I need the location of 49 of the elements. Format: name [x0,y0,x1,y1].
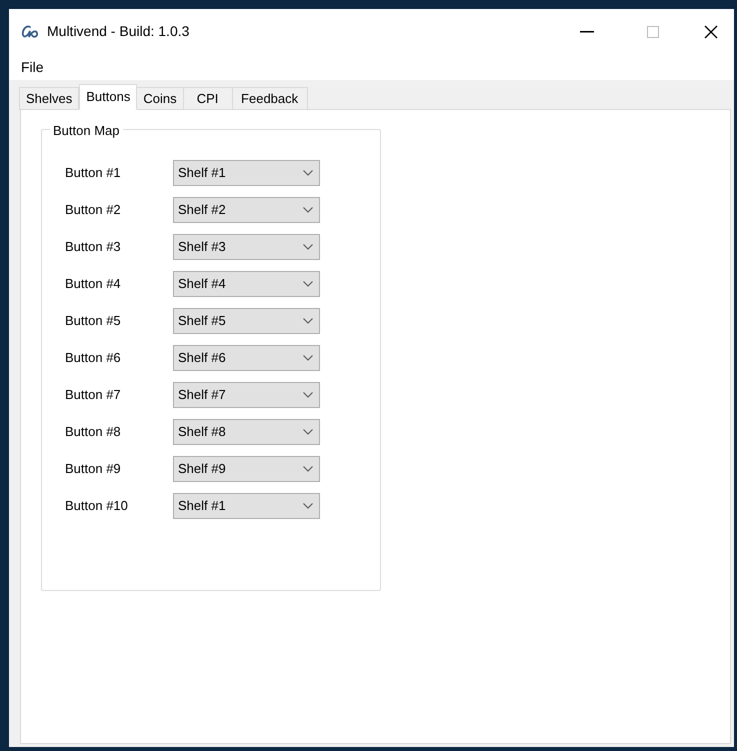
row-label: Button #2 [65,201,122,220]
row-label: Button #6 [65,349,122,368]
shelf-dropdown[interactable]: Shelf #9 [173,456,320,482]
shelf-dropdown[interactable]: Shelf #1 [173,160,320,186]
shelf-dropdown[interactable]: Shelf #8 [173,419,320,445]
dropdown-value: Shelf #6 [178,349,227,368]
row-label: Button #8 [65,423,122,442]
shelf-dropdown[interactable]: Shelf #5 [173,308,320,334]
row-label: Button #1 [65,164,122,182]
row-label: Button #5 [65,312,122,330]
tab[interactable]: Buttons [79,84,138,110]
dropdown-value: Shelf #4 [178,275,227,294]
shelf-dropdown[interactable]: Shelf #1 [173,493,320,519]
chevron-down-icon [303,318,313,324]
chevron-down-icon [303,281,313,287]
row-label: Button #10 [65,497,129,516]
shelf-dropdown[interactable]: Shelf #7 [173,382,320,408]
chevron-down-icon [303,207,313,213]
app-logo-icon [21,24,41,38]
close-icon [704,24,718,38]
dropdown-value: Shelf #5 [178,312,227,330]
tab[interactable]: Feedback [232,87,308,110]
row-label: Button #9 [65,460,122,478]
chevron-down-icon [303,244,313,250]
row-label: Button #7 [65,386,122,404]
maximize-icon [647,26,659,38]
dropdown-value: Shelf #3 [178,238,227,256]
tab[interactable]: Shelves [19,87,80,110]
chevron-down-icon [303,355,313,361]
chevron-down-icon [303,503,313,509]
chevron-down-icon [303,392,313,398]
row-label: Button #3 [65,238,122,256]
dropdown-value: Shelf #9 [178,460,227,478]
chevron-down-icon [303,429,313,435]
dropdown-value: Shelf #1 [178,164,227,182]
shelf-dropdown[interactable]: Shelf #2 [173,197,320,223]
dropdown-value: Shelf #1 [178,497,227,516]
shelf-dropdown[interactable]: Shelf #3 [173,234,320,260]
shelf-dropdown[interactable]: Shelf #6 [173,345,320,371]
minimize-icon [580,30,594,32]
dropdown-value: Shelf #2 [178,201,227,220]
dropdown-value: Shelf #7 [178,386,227,404]
shelf-dropdown[interactable]: Shelf #4 [173,271,320,297]
chevron-down-icon [303,170,313,176]
dropdown-value: Shelf #8 [178,423,227,442]
menu-item[interactable]: File [17,56,48,78]
window-title: Multivend - Build: 1.0.3 [47,22,190,41]
row-label: Button #4 [65,275,122,294]
chevron-down-icon [303,466,313,472]
